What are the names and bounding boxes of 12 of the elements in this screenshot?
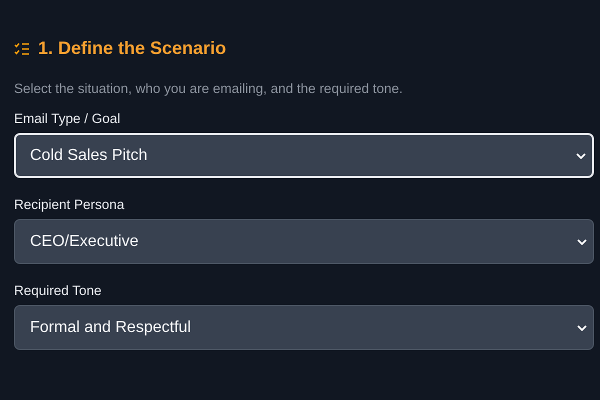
dropdown-select[interactable]: Formal and Respectful (14, 305, 594, 350)
checklist-icon (14, 42, 30, 56)
field-label: Recipient Persona (14, 197, 126, 212)
dropdown-select[interactable]: CEO/Executive (14, 219, 594, 264)
field-label: Required Tone (14, 283, 103, 298)
chevron-down-icon (576, 152, 586, 158)
section-title: 1. Define the Scenario (38, 38, 226, 59)
chevron-down-icon (577, 238, 587, 244)
dropdown-select[interactable]: Cold Sales Pitch (14, 133, 594, 178)
chevron-down-icon (577, 324, 587, 330)
field-label: Email Type / Goal (14, 111, 122, 126)
section-description: Select the situation, who you are emailing, and the required tone. (14, 81, 404, 96)
